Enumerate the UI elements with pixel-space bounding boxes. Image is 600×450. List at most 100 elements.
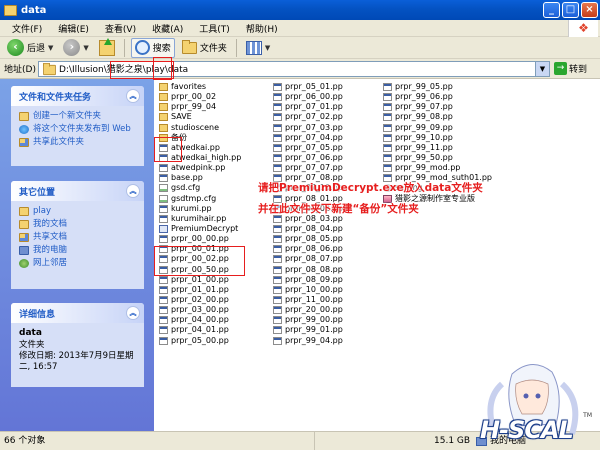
file-item[interactable]: prpr_99_10.pp	[383, 133, 493, 143]
chevron-down-icon[interactable]: ▼	[83, 44, 88, 52]
file-item[interactable]: prpr_07_05.pp	[273, 143, 383, 153]
file-item[interactable]: kurumi.pp	[159, 204, 269, 214]
chevron-down-icon[interactable]: ▼	[535, 61, 549, 76]
file-icon	[383, 83, 392, 92]
folder-icon	[159, 103, 168, 112]
place-my-computer[interactable]: 我的电脑	[19, 245, 138, 256]
up-button[interactable]	[96, 37, 118, 58]
back-button[interactable]: ‹ 后退 ▼	[4, 38, 56, 58]
file-item[interactable]: prpr_99_04.pp	[273, 336, 383, 346]
file-item[interactable]: prpr_99_08.pp	[383, 112, 493, 122]
chevron-down-icon[interactable]: ▼	[265, 44, 270, 52]
file-item[interactable]: prpr_03_00.pp	[159, 305, 269, 315]
file-item[interactable]: 备份	[159, 133, 269, 143]
file-item[interactable]: prpr_00_01.pp	[159, 244, 269, 254]
file-item[interactable]: gsd.cfg	[159, 183, 269, 193]
tasks-panel-header[interactable]: 文件和文件夹任务 ︽	[11, 86, 144, 106]
file-item[interactable]: prpr_07_02.pp	[273, 112, 383, 122]
file-item[interactable]: prpr_05_01.pp	[273, 82, 383, 92]
file-icon	[159, 143, 168, 152]
task-publish-web[interactable]: 将这个文件夹发布到 Web	[19, 124, 138, 135]
file-item[interactable]: PremiumDecrypt	[159, 224, 269, 234]
file-item[interactable]: prpr_07_07.pp	[273, 163, 383, 173]
file-item[interactable]: prpr_99_07.pp	[383, 102, 493, 112]
folders-button[interactable]: 文件夹	[179, 38, 230, 58]
file-item[interactable]: prpr_99_11.pp	[383, 143, 493, 153]
file-item[interactable]: prpr_00_02.pp	[159, 254, 269, 264]
file-item[interactable]: prpr_00_50.pp	[159, 265, 269, 275]
maximize-button[interactable]: □	[562, 2, 579, 18]
file-item[interactable]: prpr_08_05.pp	[273, 234, 383, 244]
file-item[interactable]: prpr_99_00.pp	[273, 315, 383, 325]
file-item[interactable]: prpr_07_03.pp	[273, 123, 383, 133]
file-item[interactable]: prpr_11_00.pp	[273, 295, 383, 305]
file-item[interactable]: prpr_08_08.pp	[273, 265, 383, 275]
file-item[interactable]: prpr_08_09.pp	[273, 275, 383, 285]
file-item[interactable]: prpr_04_00.pp	[159, 315, 269, 325]
file-item[interactable]: prpr_99_01.pp	[273, 325, 383, 335]
search-button[interactable]: 搜索	[130, 37, 175, 58]
details-panel-header[interactable]: 详细信息 ︽	[11, 303, 144, 323]
file-item[interactable]: prpr_10_00.pp	[273, 285, 383, 295]
file-item[interactable]: prpr_00_00.pp	[159, 234, 269, 244]
places-panel-header[interactable]: 其它位置 ︽	[11, 181, 144, 201]
file-list[interactable]: favorites prpr_00_02 prpr_99_04 SAVE studios…	[154, 79, 600, 431]
file-item[interactable]: atwedkai.pp	[159, 143, 269, 153]
go-button[interactable]: → 转到	[554, 62, 587, 75]
file-item[interactable]: prpr_08_07.pp	[273, 254, 383, 264]
file-item[interactable]: prpr_05_00.pp	[159, 336, 269, 346]
file-item[interactable]: prpr_99_04	[159, 102, 269, 112]
file-item[interactable]: prpr_99_06.pp	[383, 92, 493, 102]
menu-edit[interactable]: 编辑(E)	[50, 22, 97, 35]
place-my-documents[interactable]: 我的文档	[19, 219, 138, 230]
menu-favorites[interactable]: 收藏(A)	[144, 22, 191, 35]
place-network[interactable]: 网上邻居	[19, 258, 138, 269]
place-shared-documents[interactable]: 共享文档	[19, 232, 138, 243]
file-item[interactable]: atwedkai_high.pp	[159, 153, 269, 163]
views-button[interactable]: ▼	[243, 38, 273, 58]
file-item[interactable]: atwedpink.pp	[159, 163, 269, 173]
file-item[interactable]: base.pp	[159, 173, 269, 183]
address-input[interactable]: D:\Illusion\猎影之泉\play\data ▼	[38, 60, 550, 77]
menu-view[interactable]: 查看(V)	[97, 22, 144, 35]
chevron-down-icon[interactable]: ▼	[48, 44, 53, 52]
close-button[interactable]: ×	[581, 2, 598, 18]
file-item[interactable]: prpr_04_01.pp	[159, 325, 269, 335]
file-item[interactable]: kurumihair.pp	[159, 214, 269, 224]
file-item[interactable]: prpr_20_00.pp	[273, 305, 383, 315]
task-share-folder[interactable]: 共享此文件夹	[19, 137, 138, 148]
file-item[interactable]: prpr_07_04.pp	[273, 133, 383, 143]
file-item[interactable]: prpr_99_50.pp	[383, 153, 493, 163]
file-item[interactable]: prpr_99_mod.pp	[383, 163, 493, 173]
folders-label: 文件夹	[199, 44, 227, 54]
computer-icon	[476, 436, 487, 446]
collapse-icon[interactable]: ︽	[126, 306, 140, 320]
file-item[interactable]: prpr_06_00.pp	[273, 92, 383, 102]
file-item[interactable]: prpr_01_00.pp	[159, 275, 269, 285]
file-item[interactable]: gsdtmp.cfg	[159, 194, 269, 204]
file-item[interactable]: prpr_00_02	[159, 92, 269, 102]
collapse-icon[interactable]: ︽	[126, 184, 140, 198]
file-item[interactable]: prpr_07_01.pp	[273, 102, 383, 112]
forward-button[interactable]: › ▼	[60, 38, 91, 58]
file-item[interactable]: prpr_08_06.pp	[273, 244, 383, 254]
minimize-button[interactable]: _	[543, 2, 560, 18]
file-item[interactable]: prpr_07_06.pp	[273, 153, 383, 163]
file-item[interactable]: favorites	[159, 82, 269, 92]
file-item[interactable]: prpr_08_04.pp	[273, 224, 383, 234]
menu-file[interactable]: 文件(F)	[4, 22, 50, 35]
menu-help[interactable]: 帮助(H)	[238, 22, 286, 35]
file-icon	[159, 204, 168, 213]
file-item[interactable]: prpr_02_00.pp	[159, 295, 269, 305]
file-icon	[273, 336, 282, 345]
place-play[interactable]: play	[19, 206, 138, 217]
file-item[interactable]: prpr_99_05.pp	[383, 82, 493, 92]
file-item[interactable]: prpr_99_09.pp	[383, 123, 493, 133]
task-new-folder[interactable]: 创建一个新文件夹	[19, 111, 138, 122]
collapse-icon[interactable]: ︽	[126, 89, 140, 103]
menu-tools[interactable]: 工具(T)	[191, 22, 238, 35]
title-bar[interactable]: data _ □ ×	[0, 0, 600, 20]
file-item[interactable]: SAVE	[159, 112, 269, 122]
file-item[interactable]: studioscene	[159, 123, 269, 133]
file-item[interactable]: prpr_01_01.pp	[159, 285, 269, 295]
